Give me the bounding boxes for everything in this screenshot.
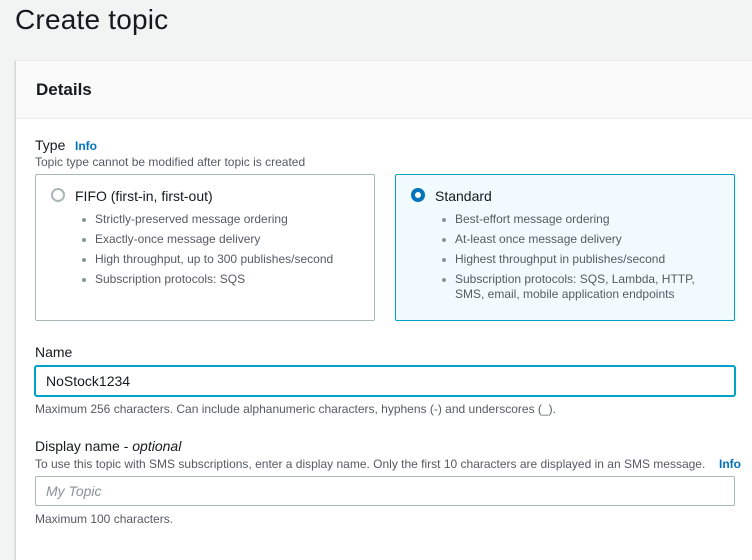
type-description: Topic type cannot be modified after topi…: [35, 155, 306, 169]
fifo-type-tile[interactable]: FIFO (first-in, first-out) Strictly-pres…: [35, 174, 375, 321]
type-label: Type: [35, 137, 66, 153]
display-name-input[interactable]: [35, 476, 735, 506]
display-name-label: Display name - optional: [35, 438, 181, 454]
list-item: Subscription protocols: SQS: [80, 272, 380, 287]
name-label: Name: [35, 344, 73, 360]
list-item: Best-effort message ordering: [440, 212, 710, 227]
list-item: Exactly-once message delivery: [80, 232, 380, 247]
page-title: Create topic: [15, 4, 169, 35]
standard-type-tile[interactable]: Standard Best-effort message ordering At…: [395, 174, 735, 321]
list-item: High throughput, up to 300 publishes/sec…: [80, 252, 380, 267]
list-item: Subscription protocols: SQS, Lambda, HTT…: [440, 272, 710, 302]
name-input[interactable]: [35, 366, 735, 396]
list-item: Highest throughput in publishes/second: [440, 252, 710, 267]
standard-title: Standard: [435, 188, 492, 204]
standard-features: Best-effort message ordering At-least on…: [440, 212, 710, 307]
display-name-label-text: Display name -: [35, 438, 133, 454]
standard-radio[interactable]: [411, 188, 425, 202]
fifo-features: Strictly-preserved message ordering Exac…: [80, 212, 380, 292]
display-name-info-link[interactable]: Info: [719, 457, 741, 471]
display-name-constraint: Maximum 100 characters.: [35, 512, 174, 526]
list-item: At-least once message delivery: [440, 232, 710, 247]
list-item: Strictly-preserved message ordering: [80, 212, 380, 227]
details-panel-header: Details: [16, 61, 752, 119]
display-name-description: To use this topic with SMS subscriptions…: [35, 457, 706, 471]
name-constraint: Maximum 256 characters. Can include alph…: [35, 402, 556, 416]
type-info-link[interactable]: Info: [75, 139, 97, 153]
fifo-title: FIFO (first-in, first-out): [75, 188, 213, 204]
details-heading: Details: [36, 80, 92, 99]
optional-tag: optional: [132, 438, 182, 454]
fifo-radio[interactable]: [51, 188, 65, 202]
